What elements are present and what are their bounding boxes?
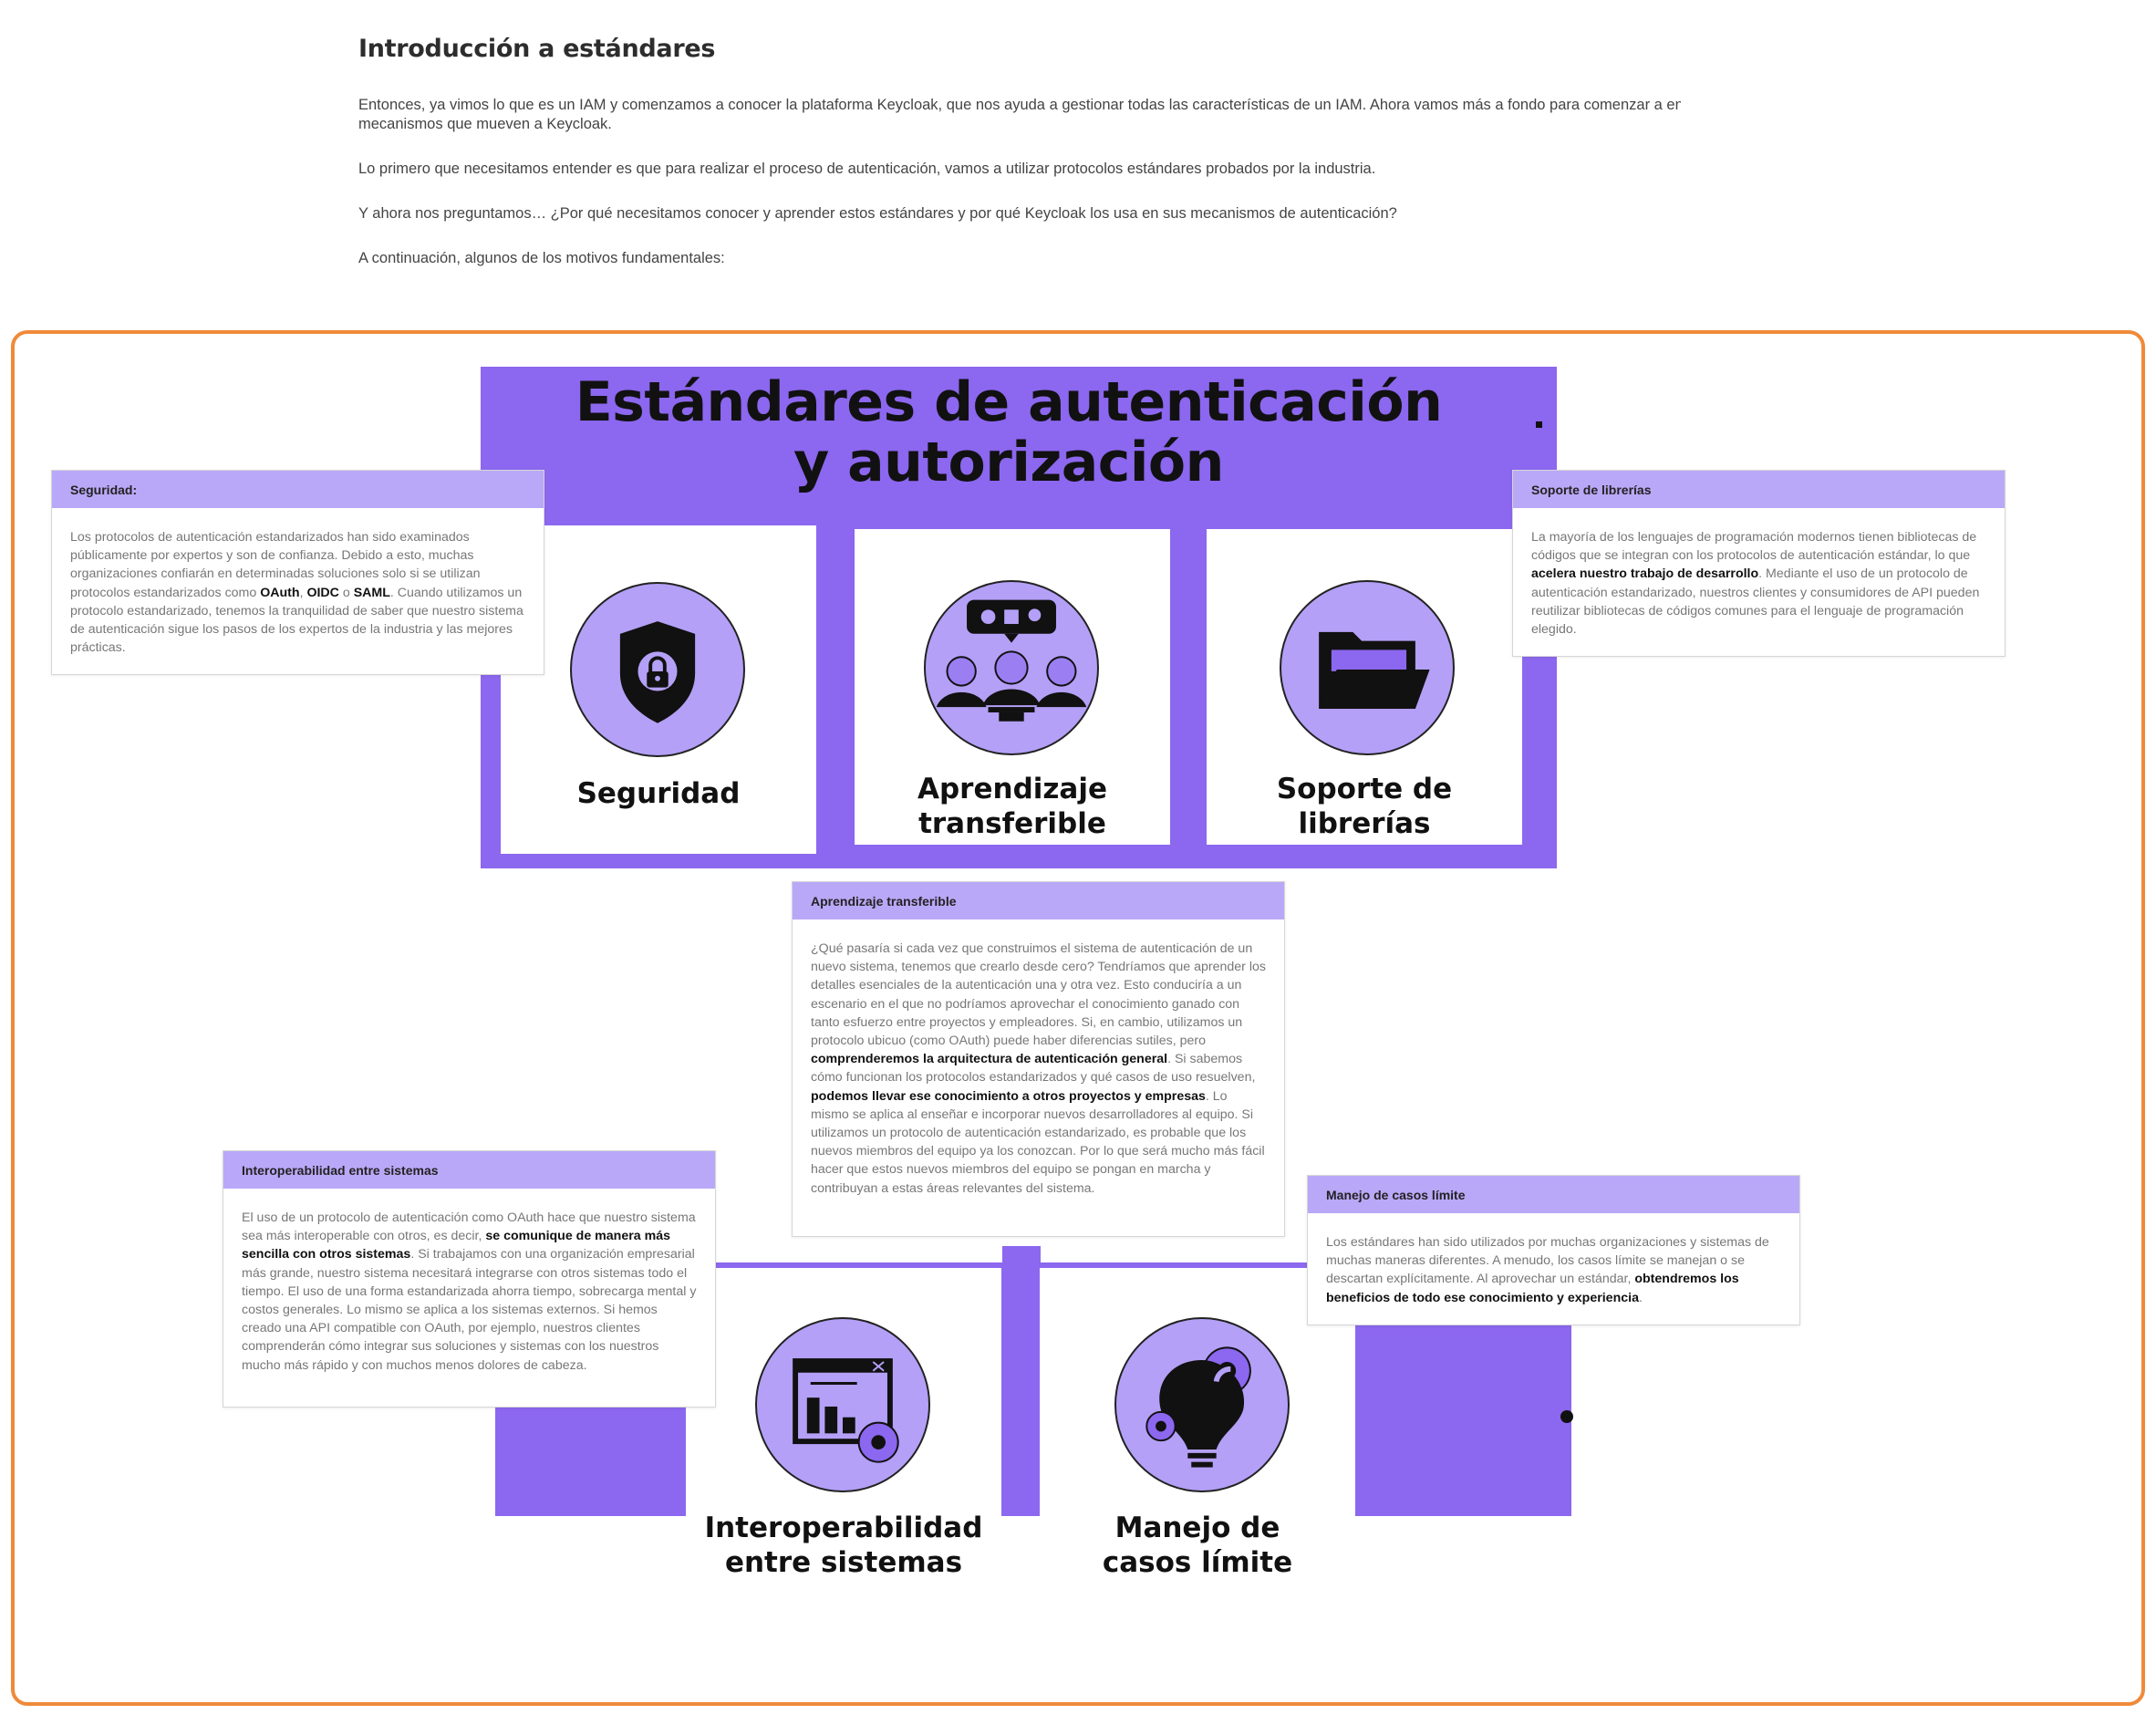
tooltip-aprendizaje-title: Aprendizaje transferible [793, 882, 1284, 919]
card-title-seguridad: Seguridad [576, 777, 741, 810]
tooltip-seguridad-title: Seguridad: [52, 471, 544, 508]
tooltip-interoperabilidad: Interoperabilidad entre sistemas El uso … [223, 1150, 716, 1408]
partial-icon [1560, 1410, 1573, 1423]
tooltip-seguridad: Seguridad: Los protocolos de autenticaci… [51, 470, 544, 675]
lightbulb-gears-icon [1145, 1346, 1251, 1468]
circle-soporte [1280, 580, 1455, 755]
intro-paragraph-3: Y ahora nos preguntamos… ¿Por qué necesi… [358, 205, 1397, 222]
tooltip-manejo-title: Manejo de casos límite [1308, 1176, 1799, 1213]
card-aprendizaje[interactable]: Aprendizaje transferible [855, 529, 1170, 845]
intro-section: Introducción a estándares Entonces, ya v… [358, 35, 1681, 294]
tooltip-soporte-body: La mayoría de los lenguajes de programac… [1531, 530, 1980, 638]
card-title-manejo: Manejo de casos límite [1102, 1512, 1293, 1579]
team-learning-icon [936, 599, 1087, 722]
card-title-aprendizaje: Aprendizaje transferible [917, 773, 1107, 840]
infographic-frame: Estándares de autenticación y autorizaci… [11, 330, 2145, 1706]
tooltip-aprendizaje-body: ¿Qué pasaría si cada vez que construimos… [811, 941, 1266, 1196]
card-interoperabilidad[interactable]: Interoperabilidad entre sistemas [686, 1268, 1001, 1591]
folder-icon [1319, 631, 1430, 710]
tooltip-soporte-title: Soporte de librerías [1513, 471, 2005, 508]
card-title-soporte: Soporte de librerías [1276, 773, 1453, 840]
intro-paragraph-4: A continuación, algunos de los motivos f… [358, 250, 725, 266]
tooltip-manejo-body: Los estándares han sido utilizados por m… [1326, 1235, 1769, 1305]
card-soporte[interactable]: Soporte de librerías [1207, 529, 1522, 845]
circle-manejo [1114, 1317, 1290, 1492]
card-seguridad[interactable]: Seguridad [501, 525, 816, 854]
intro-paragraph-1b: mecanismos que mueven a Keycloak. [358, 116, 612, 132]
title-dot [1536, 421, 1542, 428]
shield-lock-icon [619, 621, 696, 723]
tooltip-interop-title: Interoperabilidad entre sistemas [223, 1151, 715, 1189]
intro-paragraph-2: Lo primero que necesitamos entender es q… [358, 161, 1376, 177]
dashboard-gear-icon [793, 1358, 899, 1463]
circle-seguridad [570, 582, 745, 757]
card-title-interoperabilidad: Interoperabilidad entre sistemas [704, 1512, 983, 1579]
tooltip-seguridad-body: Los protocolos de autenticación estandar… [70, 530, 523, 656]
bottom-connector [1002, 1246, 1041, 1273]
tooltip-aprendizaje: Aprendizaje transferible ¿Qué pasaría si… [792, 881, 1285, 1237]
tooltip-soporte: Soporte de librerías La mayoría de los l… [1512, 470, 2006, 657]
tooltip-interop-body: El uso de un protocolo de autenticación … [242, 1210, 697, 1373]
page-title: Introducción a estándares [358, 35, 716, 63]
infographic-title: Estándares de autenticación y autorizaci… [575, 370, 1443, 494]
circle-aprendizaje [924, 580, 1099, 755]
tooltip-manejo: Manejo de casos límite Los estándares ha… [1307, 1175, 1800, 1325]
intro-paragraph-1: Entonces, ya vimos lo que es un IAM y co… [358, 97, 1681, 113]
circle-interoperabilidad [755, 1317, 930, 1492]
